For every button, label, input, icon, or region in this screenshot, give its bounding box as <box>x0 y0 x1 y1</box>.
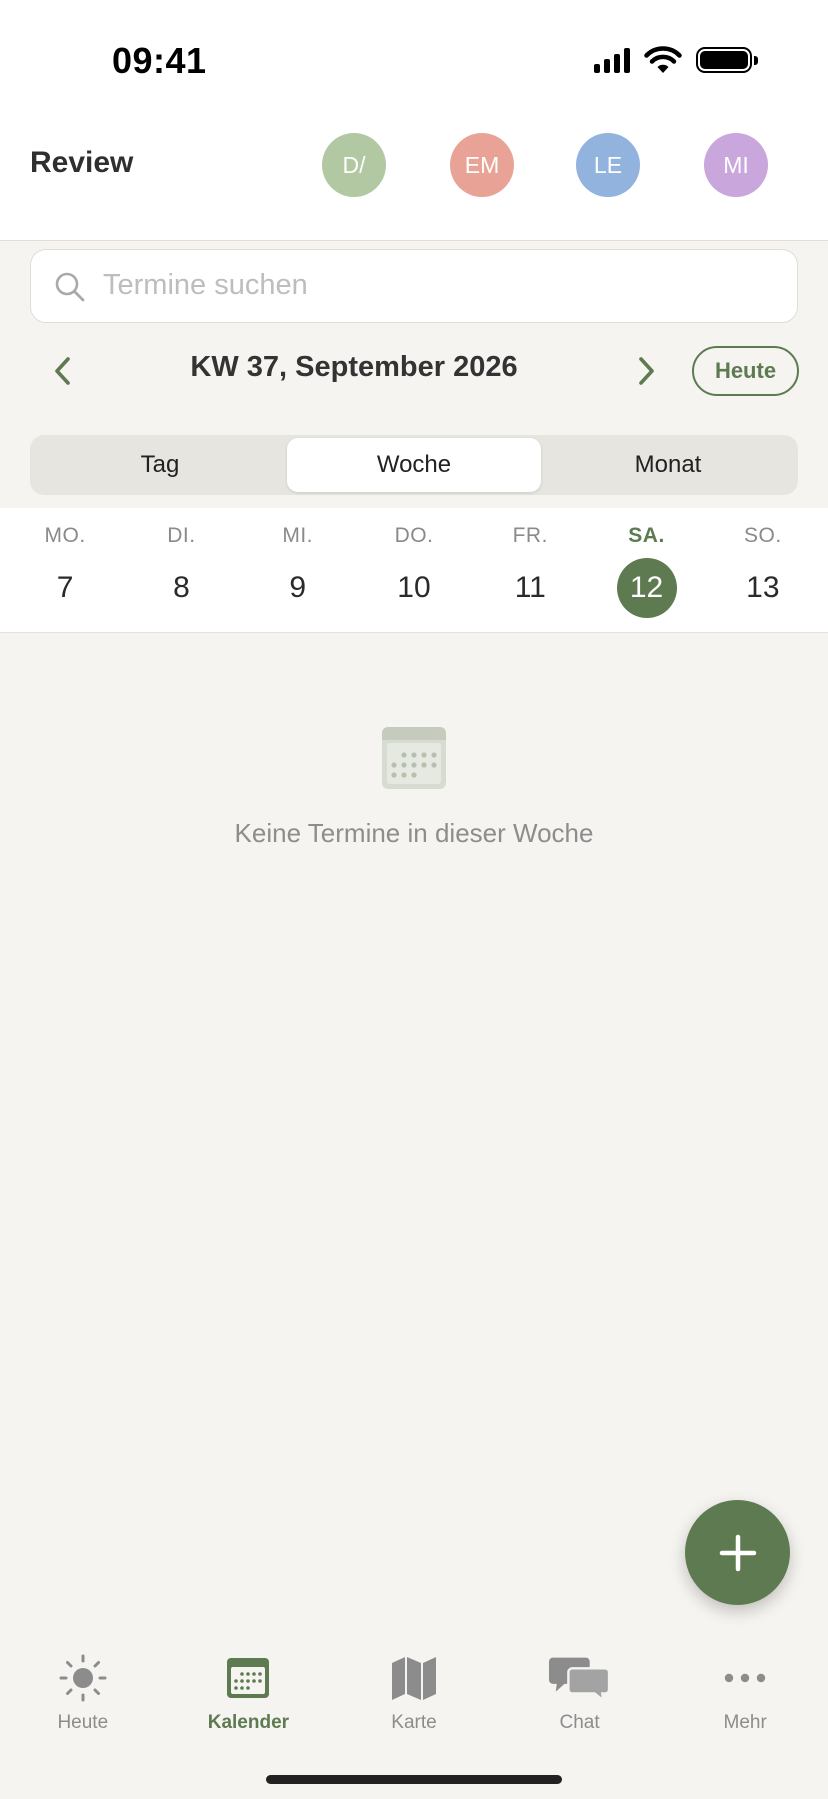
day-name: DI. <box>167 524 196 547</box>
day-cell[interactable]: FR. 11 <box>472 508 588 632</box>
week-label: KW 37, September 2026 <box>190 351 518 383</box>
tab-kalender[interactable]: Kalender <box>166 1628 332 1799</box>
tab-label: Karte <box>391 1712 437 1733</box>
day-cell-selected[interactable]: SA. 12 <box>588 508 704 632</box>
search-bar <box>30 249 798 323</box>
day-name: DO. <box>394 524 434 547</box>
chat-icon <box>548 1657 610 1702</box>
day-number: 11 <box>514 571 546 604</box>
empty-state-text: Keine Termine in dieser Woche <box>234 818 594 848</box>
page-title: Review <box>30 146 134 179</box>
day-cell[interactable]: MO. 7 <box>7 508 123 632</box>
day-name: FR. <box>512 524 548 547</box>
tab-heute[interactable]: Heute <box>0 1628 166 1799</box>
cellular-signal-icon <box>594 47 630 73</box>
sun-icon <box>59 1654 107 1702</box>
view-switcher: Tag Woche Monat <box>30 435 798 495</box>
day-number: 10 <box>397 571 431 604</box>
view-option-month[interactable]: Monat <box>541 438 795 492</box>
tab-karte[interactable]: Karte <box>331 1628 497 1799</box>
day-name: MI. <box>282 524 314 547</box>
avatar[interactable]: MI <box>704 133 768 197</box>
status-bar: 09:41 <box>0 0 828 110</box>
day-number: 8 <box>173 571 190 604</box>
add-event-button[interactable] <box>685 1500 790 1605</box>
empty-state: Keine Termine in dieser Woche <box>0 725 828 849</box>
wifi-icon <box>644 46 682 73</box>
day-name: MO. <box>44 524 86 547</box>
tab-label: Heute <box>57 1712 109 1733</box>
tab-mehr[interactable]: Mehr <box>662 1628 828 1799</box>
header: Review D/ EM LE MI <box>0 110 828 241</box>
day-name: SO. <box>743 524 782 547</box>
prev-week-button[interactable] <box>38 346 88 396</box>
search-input[interactable] <box>103 250 773 321</box>
avatar[interactable]: D/ <box>322 133 386 197</box>
screen: 09:41 Review D/ EM LE MI Termine suchen … <box>0 0 828 1799</box>
day-number: 12 <box>616 558 677 618</box>
home-indicator <box>266 1775 562 1784</box>
day-cell[interactable]: DO. 10 <box>356 508 472 632</box>
view-option-week[interactable]: Woche <box>287 438 541 492</box>
view-option-day[interactable]: Tag <box>33 438 287 492</box>
tab-label: Chat <box>559 1712 600 1733</box>
plus-icon <box>719 1534 756 1571</box>
day-name: SA. <box>628 524 665 547</box>
day-cell[interactable]: MI. 9 <box>240 508 356 632</box>
chevron-left-icon <box>55 357 70 385</box>
day-number: 7 <box>56 571 74 604</box>
day-number: 9 <box>289 571 307 604</box>
status-time: 09:41 <box>112 40 207 81</box>
chevron-right-icon <box>639 357 654 385</box>
avatar[interactable]: EM <box>450 133 514 197</box>
day-number: 13 <box>746 571 780 604</box>
calendar-icon <box>227 1658 270 1698</box>
status-icons <box>594 46 758 74</box>
day-cell[interactable]: DI. 8 <box>123 508 239 632</box>
more-icon <box>724 1673 766 1683</box>
search-icon <box>55 272 85 302</box>
battery-icon <box>696 47 758 73</box>
tab-label: Mehr <box>723 1712 767 1733</box>
map-icon <box>391 1657 436 1700</box>
week-navigation: KW 37, September 2026 Heute <box>0 336 828 406</box>
calendar-icon <box>382 727 446 789</box>
tab-bar: Heute Kalender Karte Chat Mehr <box>0 1628 828 1799</box>
tab-chat[interactable]: Chat <box>497 1628 663 1799</box>
next-week-button[interactable] <box>621 346 671 396</box>
day-cell[interactable]: SO. 13 <box>705 508 821 632</box>
tab-label: Kalender <box>207 1712 290 1733</box>
week-days-strip: MO. 7 DI. 8 MI. 9 DO. 10 FR. 11 SA. 12 S… <box>0 508 828 633</box>
today-button[interactable]: Heute <box>692 346 799 396</box>
avatar[interactable]: LE <box>576 133 640 197</box>
